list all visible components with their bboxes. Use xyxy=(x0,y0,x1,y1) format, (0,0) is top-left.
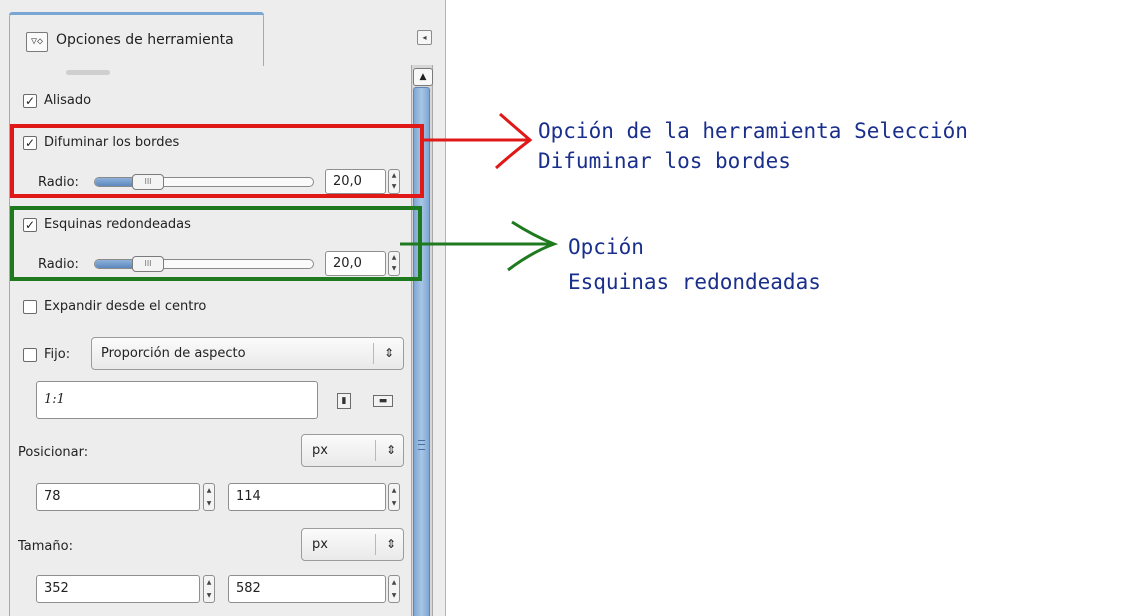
rounded-annotation-line1: Opción xyxy=(568,235,644,259)
annotation-arrows xyxy=(400,112,559,272)
rounded-annotation-line2: Esquinas redondeadas xyxy=(568,270,821,294)
feather-arrow xyxy=(424,112,533,170)
feather-annotation-line1: Opción de la herramienta Selección xyxy=(538,119,968,143)
rounded-arrow xyxy=(400,220,559,272)
feather-annotation-line2: Difuminar los bordes xyxy=(538,149,791,173)
